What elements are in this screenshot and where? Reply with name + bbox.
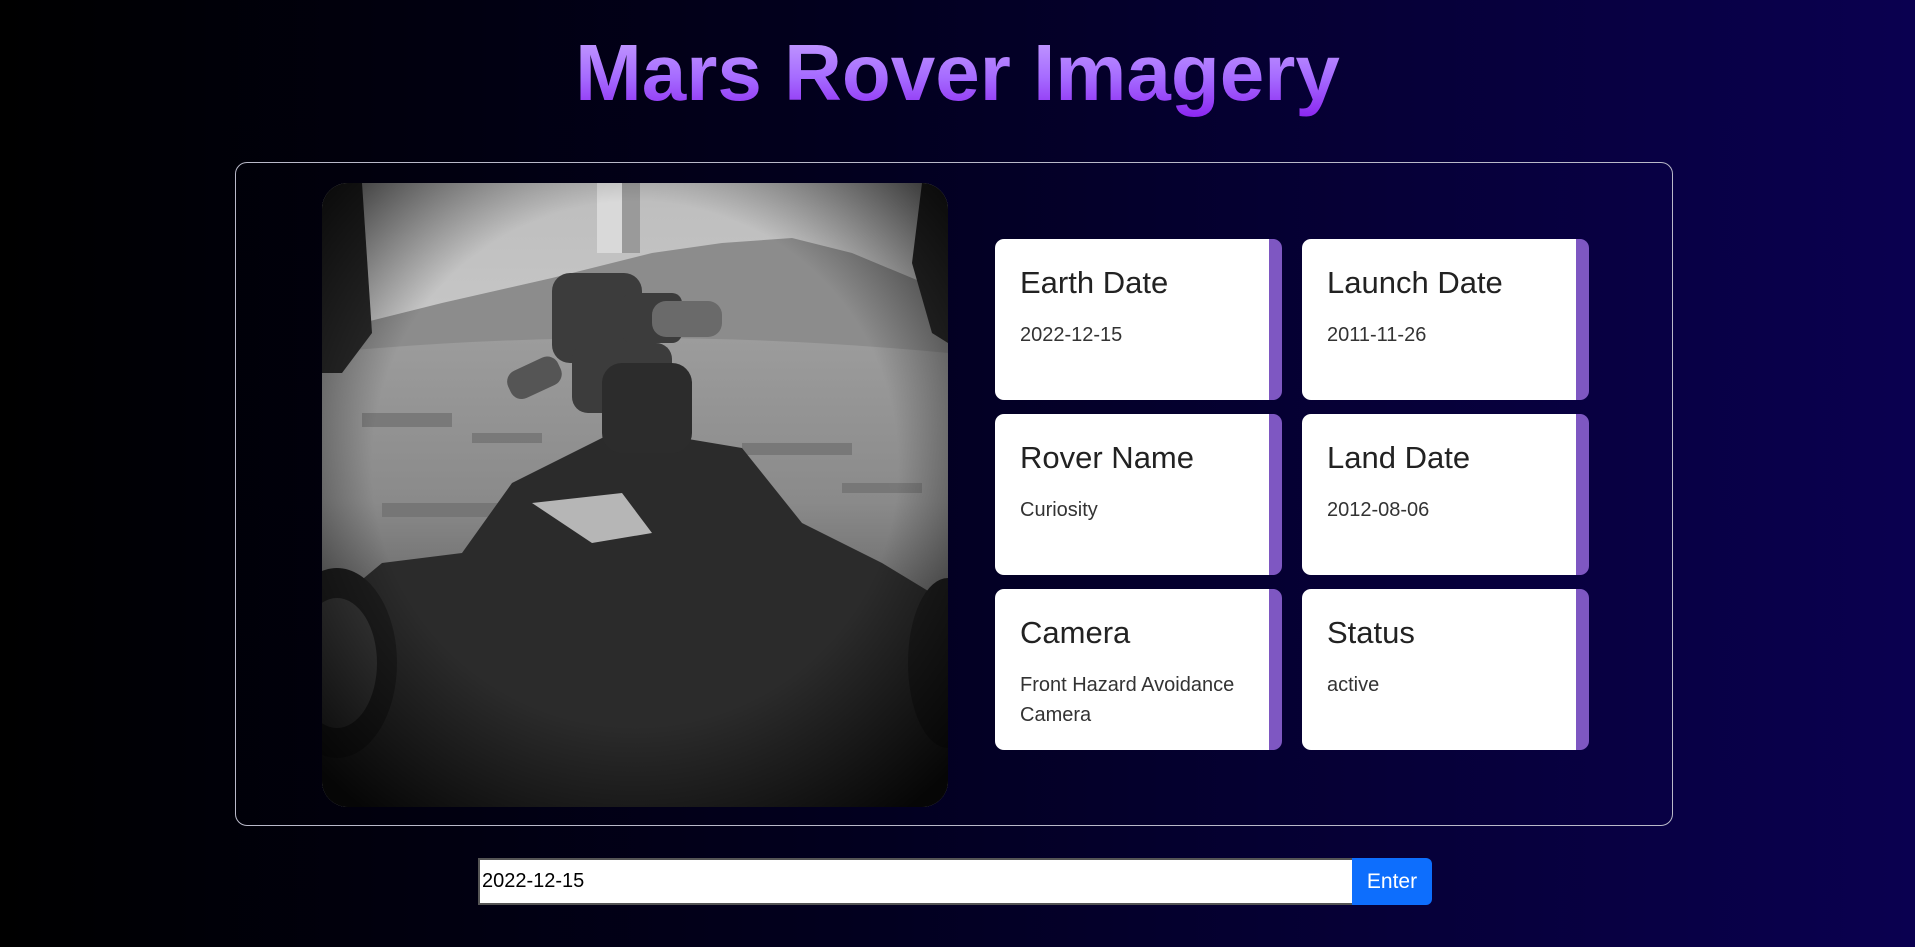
card-value: 2011-11-26	[1327, 324, 1427, 346]
card-value: 2012-08-06	[1327, 499, 1430, 521]
card-rover-name: Rover Name Curiosity	[995, 414, 1282, 575]
card-camera: Camera Front Hazard Avoidance Camera	[995, 589, 1282, 750]
card-title: Land Date	[1327, 440, 1471, 475]
date-input[interactable]	[478, 858, 1352, 905]
enter-button[interactable]: Enter	[1352, 858, 1432, 905]
card-value: active	[1327, 674, 1380, 696]
page-title: Mars Rover Imagery	[0, 28, 1915, 118]
card-value: Curiosity	[1020, 499, 1098, 521]
rover-photo	[322, 183, 948, 807]
card-title: Launch Date	[1327, 265, 1503, 300]
card-status: Status active	[1302, 589, 1589, 750]
card-title: Camera	[1020, 615, 1131, 650]
card-title: Rover Name	[1020, 440, 1194, 475]
card-value: Front Hazard Avoidance Camera	[1020, 674, 1235, 726]
card-launch-date: Launch Date 2011-11-26	[1302, 239, 1589, 400]
card-title: Status	[1327, 615, 1415, 650]
card-land-date: Land Date 2012-08-06	[1302, 414, 1589, 575]
card-value: 2022-12-15	[1020, 324, 1123, 346]
card-title: Earth Date	[1020, 265, 1169, 300]
card-earth-date: Earth Date 2022-12-15	[995, 239, 1282, 400]
